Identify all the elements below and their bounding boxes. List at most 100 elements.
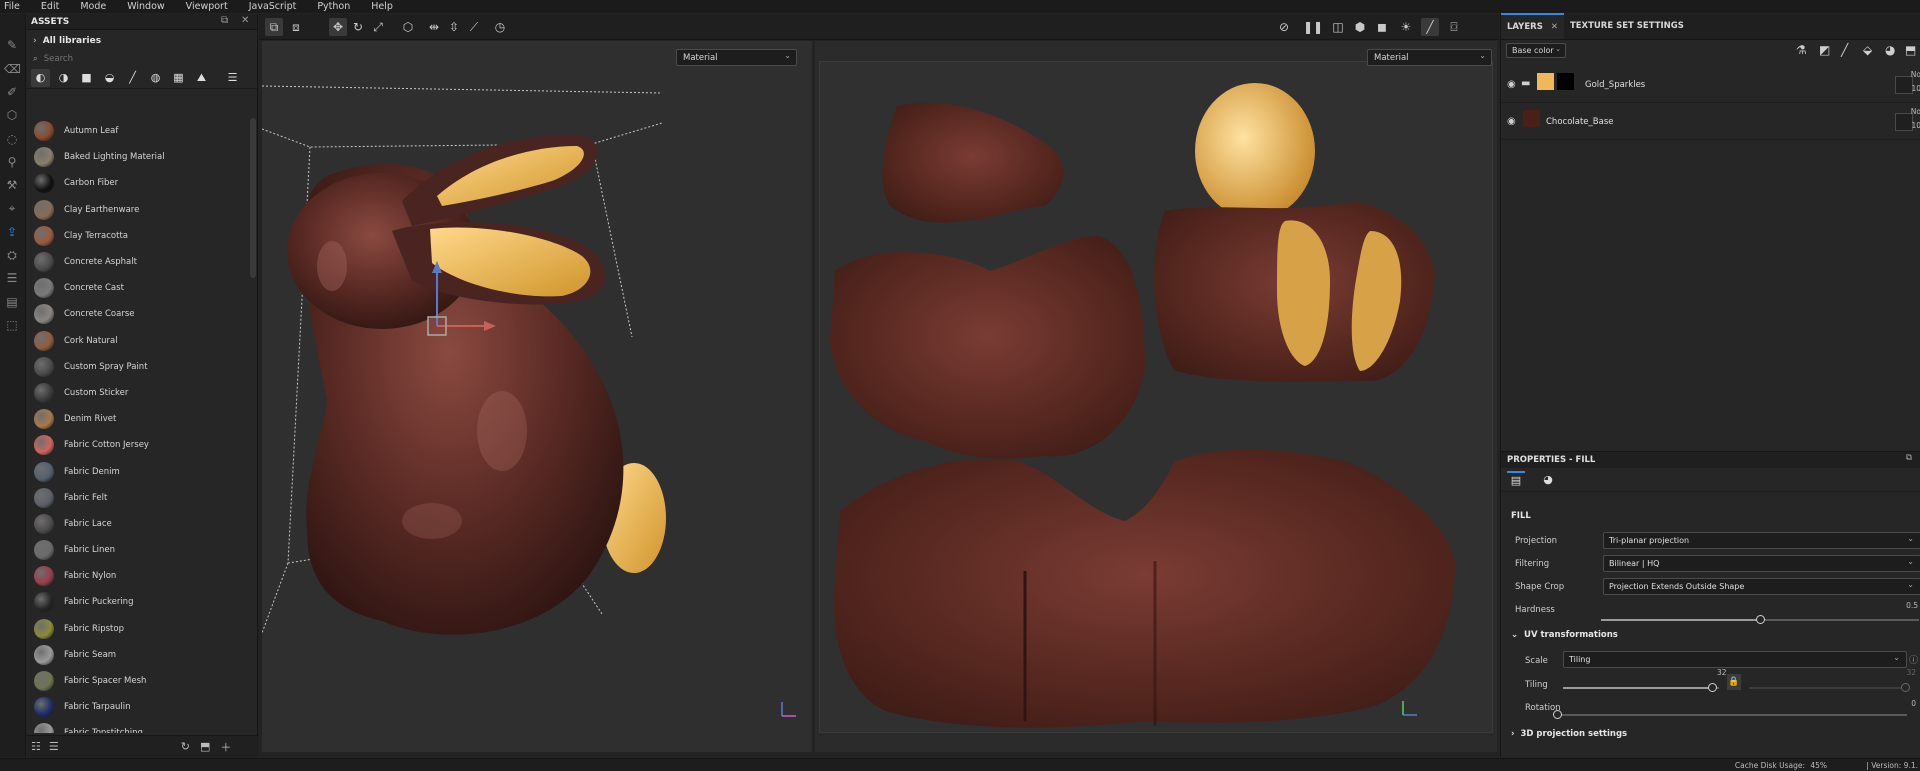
layer-blend-mode[interactable]: No 10 (1911, 105, 1920, 133)
tab-texture-set-settings[interactable]: TEXTURE SET SETTINGS (1564, 13, 1690, 39)
add-effect-icon[interactable]: ⚗ (1796, 43, 1807, 57)
library-selector[interactable]: › All libraries (27, 30, 257, 51)
history-icon[interactable]: ◷ (491, 18, 509, 36)
light-icon[interactable]: ☀ (1397, 18, 1415, 36)
filters-filter-icon[interactable]: ◒ (100, 69, 119, 87)
alphas-filter-icon[interactable]: ▦ (169, 69, 188, 87)
info-icon[interactable]: ⓘ (1909, 653, 1918, 666)
add-folder-icon[interactable]: ⬒ (1905, 43, 1916, 57)
mesh-icon[interactable]: ⬚ (4, 317, 20, 333)
textures-filter-icon[interactable]: ■ (77, 69, 96, 87)
search-input[interactable] (43, 54, 224, 64)
layer-row-gold-sparkles[interactable]: ◉ ▬ Gold_Sparkles No 10 (1501, 67, 1920, 103)
projection-select[interactable]: Tri-planar projection ⌄ (1603, 532, 1920, 549)
material-picker-icon[interactable]: ⚒ (4, 177, 20, 193)
channel-selector[interactable]: Base color ⌄ (1506, 43, 1566, 58)
undock-icon[interactable]: ⧉ (1906, 453, 1912, 463)
material-properties-tab-icon[interactable]: ◕ (1539, 471, 1557, 489)
cube-view-icon[interactable]: ⬢ (1351, 18, 1369, 36)
menu-window[interactable]: Window (127, 1, 164, 12)
move-tool-icon[interactable]: ✥ (329, 18, 347, 36)
screenshot-icon[interactable]: ⌼ (1445, 18, 1463, 36)
sub-select-tool-icon[interactable]: ⧈ (287, 18, 305, 36)
brushes-filter-icon[interactable]: ╱ (123, 69, 142, 87)
hardness-slider-knob[interactable] (1756, 615, 1765, 624)
select-tool-icon[interactable]: ⧉ (265, 18, 283, 36)
add-smart-material-icon[interactable]: ◕ (1885, 43, 1895, 57)
list-item[interactable]: Concrete Cast (27, 275, 246, 301)
viewport-2d[interactable]: Material ⌄ (815, 41, 1497, 752)
list-item[interactable]: Concrete Asphalt (27, 249, 246, 275)
list-item[interactable]: Cork Natural (27, 328, 246, 354)
refresh-icon[interactable]: ↻ (181, 740, 190, 753)
layer-row-chocolate-base[interactable]: ◉ Chocolate_Base No 10 (1501, 104, 1920, 140)
list-item[interactable]: Fabric Lace (27, 511, 246, 537)
list-item[interactable]: Fabric Tarpaulin (27, 694, 246, 720)
lock-icon[interactable]: 🔒 (1727, 674, 1741, 690)
list-item[interactable]: Fabric Puckering (27, 589, 246, 615)
visibility-eye-icon[interactable]: ◉ (1507, 116, 1516, 127)
particles-filter-icon[interactable]: ◍ (146, 69, 165, 87)
smart-materials-filter-icon[interactable]: ◑ (54, 69, 73, 87)
folder-icon[interactable]: ⬒ (200, 740, 210, 753)
tab-layers[interactable]: LAYERS ✕ (1501, 13, 1564, 39)
camera-icon[interactable]: ◼ (1373, 18, 1391, 36)
mirror-y-icon[interactable]: ⇳ (445, 18, 463, 36)
close-icon[interactable]: ✕ (1551, 22, 1558, 32)
clone-icon[interactable]: ⚲ (4, 154, 20, 170)
list-view-icon[interactable]: ☰ (223, 69, 242, 87)
layers-stack-icon[interactable]: ☰ (4, 270, 20, 286)
list-item[interactable]: Fabric Cotton Jersey (27, 432, 246, 458)
tiling-slider-knob[interactable] (1708, 683, 1717, 692)
rotate-tool-icon[interactable]: ↻ (349, 18, 367, 36)
rotation-slider-knob[interactable] (1553, 710, 1562, 719)
tiling-slider-secondary[interactable] (1749, 687, 1907, 689)
mirror-x-icon[interactable]: ⇹ (425, 18, 443, 36)
list-item[interactable]: Denim Rivet (27, 406, 246, 432)
list-item[interactable]: Fabric Nylon (27, 563, 246, 589)
export-icon[interactable]: ⇪ (4, 224, 20, 240)
projection-icon[interactable]: ✐ (4, 84, 20, 100)
split-view-icon[interactable]: ◫ (1329, 18, 1347, 36)
add-icon[interactable]: ＋ (220, 739, 231, 755)
document-icon[interactable]: ▤ (4, 294, 20, 310)
menu-viewport[interactable]: Viewport (186, 1, 228, 12)
menu-javascript[interactable]: JavaScript (249, 1, 297, 12)
environments-filter-icon[interactable]: ⛰ (192, 69, 211, 87)
list-item[interactable]: Fabric Spacer Mesh (27, 668, 246, 694)
viewport-3d[interactable]: Material ⌄ (262, 41, 812, 752)
list-item[interactable]: Fabric Seam (27, 642, 246, 668)
menu-file[interactable]: File (4, 1, 20, 12)
list-item[interactable]: Fabric Ripstop (27, 616, 246, 642)
scale-tool-icon[interactable]: ⤢ (369, 18, 387, 36)
pause-icon[interactable]: ❚❚ (1303, 18, 1323, 36)
list-item[interactable]: Clay Terracotta (27, 223, 246, 249)
layer-blend-mode[interactable]: No 10 (1911, 68, 1920, 96)
shape-crop-select[interactable]: Projection Extends Outside Shape ⌄ (1603, 578, 1920, 595)
add-mask-icon[interactable]: ◩ (1819, 43, 1830, 57)
list-item[interactable]: Baked Lighting Material (27, 144, 246, 170)
list-item[interactable]: Fabric Felt (27, 485, 246, 511)
add-fill-layer-icon[interactable]: ⬙ (1863, 43, 1872, 57)
list-item[interactable]: Custom Spray Paint (27, 354, 246, 380)
add-paint-layer-icon[interactable]: ╱ (1841, 43, 1848, 57)
dropper-icon[interactable]: ⌖ (4, 200, 20, 216)
asset-list-scrollbar[interactable] (250, 118, 256, 278)
rotation-slider[interactable] (1557, 714, 1907, 716)
list-item[interactable]: Carbon Fiber (27, 170, 246, 196)
tiling-slider-secondary-knob[interactable] (1901, 683, 1910, 692)
visibility-eye-icon[interactable]: ◉ (1507, 79, 1516, 90)
fill-properties-tab-icon[interactable]: ▤ (1507, 470, 1525, 489)
menu-python[interactable]: Python (317, 1, 350, 12)
list-item[interactable]: Custom Sticker (27, 380, 246, 406)
menu-help[interactable]: Help (371, 1, 393, 12)
smudge-icon[interactable]: ◌ (4, 131, 20, 147)
list-item[interactable]: Fabric Linen (27, 537, 246, 563)
symmetry-icon[interactable]: ⟋ (465, 18, 483, 36)
list-item[interactable]: Autumn Leaf (27, 118, 246, 144)
uv-transformations-section[interactable]: ⌄ UV transformations (1511, 630, 1618, 640)
list-item[interactable]: Fabric Denim (27, 458, 246, 484)
object-mode-icon[interactable]: ⬡ (399, 18, 417, 36)
list-item[interactable]: Concrete Coarse (27, 301, 246, 327)
menu-mode[interactable]: Mode (80, 1, 106, 12)
